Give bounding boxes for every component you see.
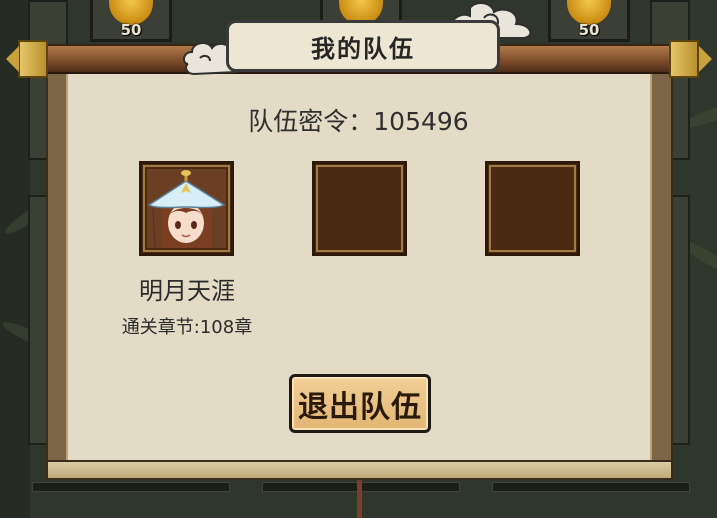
member-slot-3[interactable] — [485, 161, 580, 256]
scroll-bottom-edge — [46, 460, 673, 480]
member-slot-2[interactable] — [312, 161, 407, 256]
member-avatar — [147, 169, 226, 248]
rod-tip-right — [699, 46, 712, 72]
rod-tip-left — [6, 46, 19, 72]
background-reward-slot: 50 — [90, 0, 172, 42]
background-bar — [32, 482, 230, 492]
hanging-rope — [357, 480, 362, 518]
hero-portrait-icon — [147, 169, 226, 248]
background-bar — [492, 482, 690, 492]
team-code-label: 队伍密令： — [248, 107, 374, 136]
reward-count: 50 — [120, 21, 142, 39]
reward-count: 50 — [578, 21, 600, 39]
panel-title: 我的队伍 — [311, 34, 415, 63]
member-slot-1[interactable] — [139, 161, 234, 256]
member-name: 明月天涯 — [139, 277, 235, 305]
rod-cap-right — [669, 40, 699, 78]
leave-team-label: 退出队伍 — [298, 389, 422, 425]
rod-cap-left — [18, 40, 48, 78]
member-chapter-progress: 通关章节:108章 — [121, 317, 253, 338]
title-plaque: 我的队伍 — [226, 20, 500, 72]
background-reward-slot: 50 — [548, 0, 630, 42]
team-code-value: 105496 — [373, 107, 469, 136]
team-code-row: 队伍密令：105496 — [0, 102, 717, 138]
leave-team-button[interactable]: 退出队伍 — [289, 374, 431, 433]
